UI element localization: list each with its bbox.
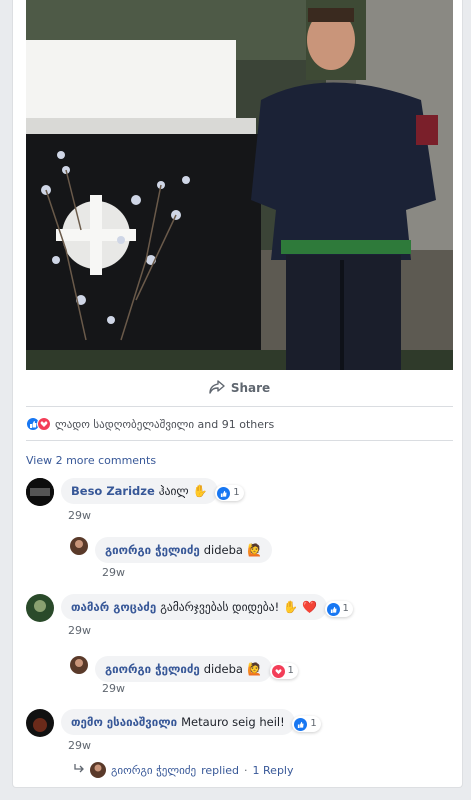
- emoji: ✋ ❤️: [283, 600, 317, 614]
- comment-text: ჰაილ: [158, 484, 189, 498]
- comment-text: გამარჯვებას დიდება!: [160, 600, 280, 614]
- comment-author[interactable]: გიორგი ჭელიძე: [105, 662, 200, 676]
- reactions-text: ლადო სადღობელაშვილი and 91 others: [55, 417, 275, 431]
- comment-bubble: თამარ გოცაძე გამარჯვებას დიდება! ✋ ❤️ 1: [61, 594, 353, 620]
- divider: [26, 440, 453, 441]
- comment-timestamp[interactable]: 29w: [102, 682, 125, 695]
- comment-bubble: თემო ესაიაშვილი Metauro seig heil! 1: [61, 709, 321, 735]
- share-label: Share: [230, 381, 271, 395]
- reactions-summary[interactable]: ლადო სადღობელაშვილი and 91 others: [26, 416, 274, 432]
- reply-action: replied: [201, 763, 240, 777]
- comment: თემო ესაიაშვილი Metauro seig heil! 1: [26, 709, 321, 737]
- post-photo[interactable]: [26, 0, 453, 370]
- view-replies-link[interactable]: გიორგი ჭელიძე replied · 1 Reply: [73, 762, 294, 778]
- comment-bubble: გიორგი ჭელიძე dideba 🙋 1: [95, 656, 298, 682]
- comment-timestamp[interactable]: 29w: [68, 509, 91, 522]
- avatar[interactable]: [70, 656, 88, 674]
- comment-text: Metauro seig heil!: [181, 715, 285, 729]
- like-reaction-icon: [294, 717, 308, 731]
- comment-author[interactable]: Beso Zaridze: [71, 484, 155, 498]
- comment-text: dideba: [203, 662, 243, 676]
- comment-author[interactable]: გიორგი ჭელიძე: [105, 543, 200, 557]
- comment-reactions[interactable]: 1: [215, 485, 244, 501]
- love-reaction-icon: [271, 664, 285, 678]
- share-button[interactable]: Share: [26, 370, 453, 407]
- comment-timestamp[interactable]: 29w: [68, 739, 91, 752]
- reply-author: გიორგი ჭელიძე: [111, 763, 197, 777]
- reaction-count: 1: [342, 603, 349, 614]
- comment-author[interactable]: თამარ გოცაძე: [71, 600, 156, 614]
- view-more-comments-link[interactable]: View 2 more comments: [26, 454, 156, 467]
- post-card: Share ლადო სადღობელაშვილი and 91 others …: [12, 0, 463, 788]
- comment-reactions[interactable]: 1: [324, 601, 353, 617]
- avatar[interactable]: [26, 594, 54, 622]
- like-reaction-icon: [217, 486, 231, 500]
- love-reaction-icon: [37, 417, 51, 431]
- comment-bubble: გიორგი ჭელიძე dideba 🙋: [95, 537, 272, 563]
- like-reaction-icon: [326, 602, 340, 616]
- comment-author[interactable]: თემო ესაიაშვილი: [71, 715, 177, 729]
- reaction-count: 1: [310, 718, 317, 729]
- avatar[interactable]: [70, 537, 88, 555]
- avatar[interactable]: [26, 709, 54, 737]
- reply: გიორგი ჭელიძე dideba 🙋: [70, 537, 272, 563]
- reaction-count: 1: [287, 665, 294, 676]
- reply: გიორგი ჭელიძე dideba 🙋 1: [70, 656, 298, 682]
- reaction-count: 1: [233, 487, 240, 498]
- comment-text: dideba: [203, 543, 243, 557]
- reply-arrow-icon: [73, 763, 85, 777]
- avatar[interactable]: [26, 478, 54, 506]
- comment-reactions[interactable]: 1: [269, 663, 298, 679]
- separator: ·: [244, 763, 248, 777]
- avatar: [90, 762, 106, 778]
- comment-timestamp[interactable]: 29w: [102, 566, 125, 579]
- comment-timestamp[interactable]: 29w: [68, 624, 91, 637]
- emoji: 🙋: [246, 662, 262, 676]
- comment: თამარ გოცაძე გამარჯვებას დიდება! ✋ ❤️ 1: [26, 594, 353, 622]
- comment-reactions[interactable]: 1: [292, 716, 321, 732]
- comment: Beso Zaridze ჰაილ ✋ 1: [26, 478, 244, 506]
- share-icon: [209, 379, 225, 397]
- emoji: 🙋: [246, 543, 262, 557]
- reply-count: 1 Reply: [252, 763, 294, 777]
- comment-bubble: Beso Zaridze ჰაილ ✋ 1: [61, 478, 244, 504]
- emoji: ✋: [192, 484, 208, 498]
